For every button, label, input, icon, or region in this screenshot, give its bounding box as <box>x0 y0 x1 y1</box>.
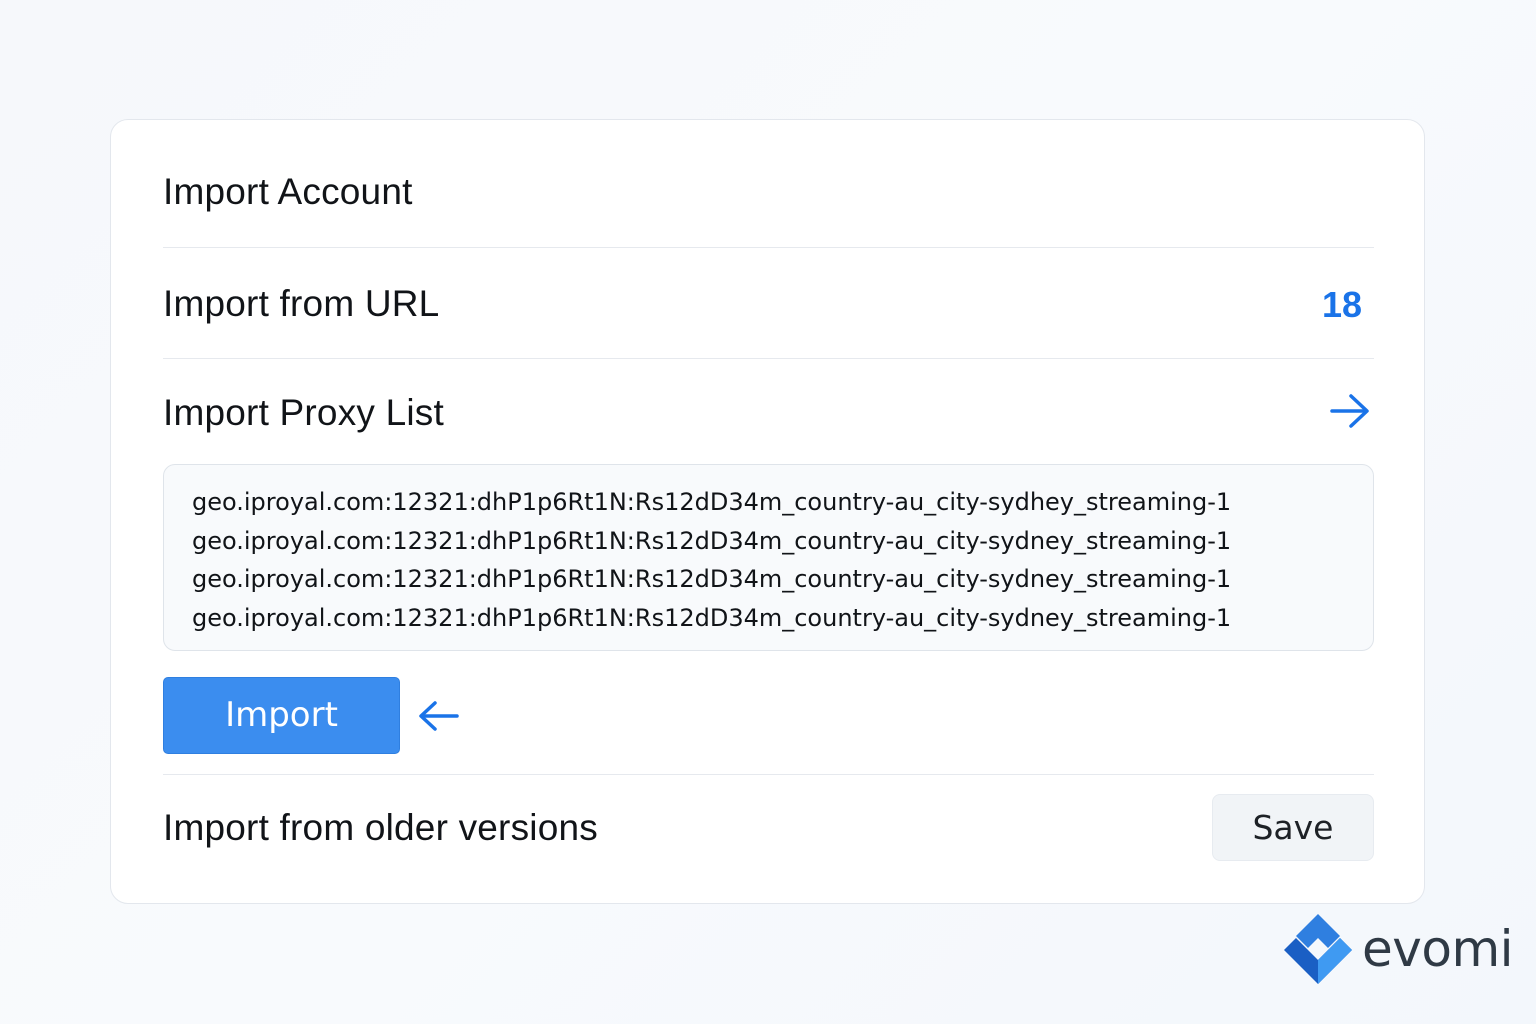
save-button[interactable]: Save <box>1212 794 1374 861</box>
evomi-logo-mark-icon <box>1284 914 1352 984</box>
import-from-url-label[interactable]: Import from URL <box>163 282 439 326</box>
arrow-right-icon[interactable] <box>1329 392 1371 430</box>
import-proxy-list-label[interactable]: Import Proxy List <box>163 391 444 435</box>
divider <box>163 247 1374 248</box>
import-account-card: Import Account Import from URL 18 Import… <box>110 119 1425 904</box>
proxy-line: geo.iproyal.com:12321:dhP1p6Rt1N:Rs12dD3… <box>192 565 1232 593</box>
divider <box>163 774 1374 775</box>
proxy-line: geo.iproyal.com:12321:dhP1p6Rt1N:Rs12dD3… <box>192 526 1232 555</box>
url-count-badge: 18 <box>1321 284 1362 325</box>
evomi-logo-text: evomi <box>1362 920 1514 978</box>
divider <box>163 358 1374 359</box>
proxy-line: geo.iproyal.com:12321:dhP1p6Rt1N:Rs12dD3… <box>192 603 1232 632</box>
page-title: Import Account <box>163 171 413 212</box>
import-button[interactable]: Import <box>163 677 400 754</box>
import-from-older-versions-label: Import from older versions <box>163 807 598 848</box>
proxy-line: geo.iproyal.com:12321:dhP1p6Rt1N:Rs12dD3… <box>192 488 1232 516</box>
proxy-list-textarea[interactable]: geo.iproyal.com:12321:dhP1p6Rt1N:Rs12dD3… <box>163 464 1374 651</box>
evomi-logo: evomi <box>1280 912 1514 988</box>
arrow-left-icon <box>419 701 459 731</box>
